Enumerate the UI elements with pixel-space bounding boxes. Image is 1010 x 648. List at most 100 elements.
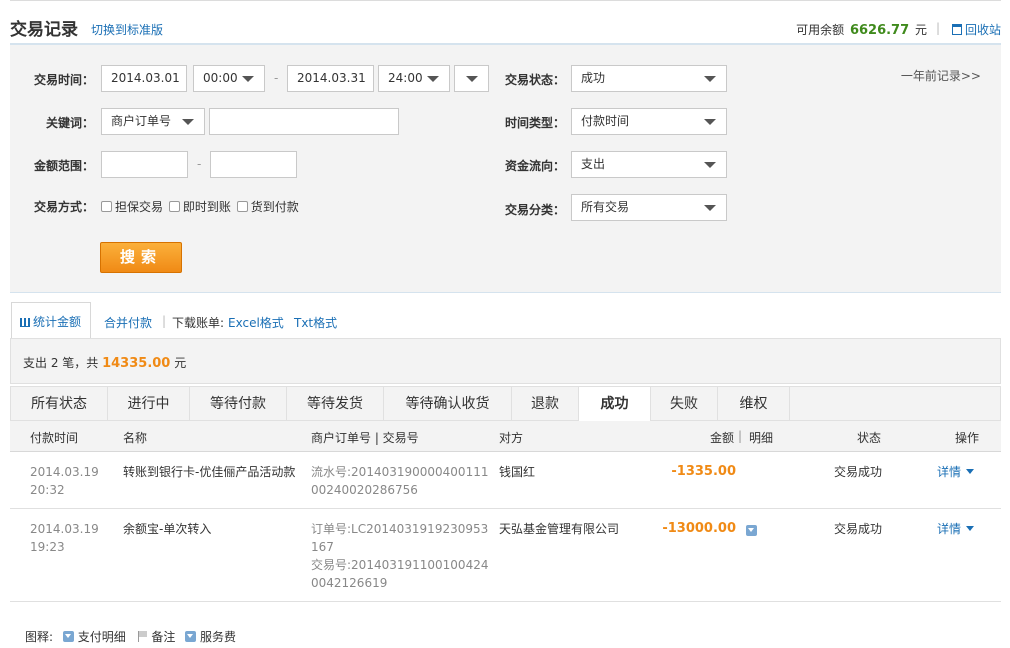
row-trade-no: 交易号:2014031911001004240042126619 xyxy=(311,558,489,590)
row-amount: -13000.00 xyxy=(662,521,736,536)
balance-value: 6626.77 xyxy=(849,23,910,38)
table-header: 付款时间 名称 商户订单号 | 交易号 对方 金额 | 明细 状态 操作 xyxy=(10,421,1001,452)
escrow-label: 担保交易 xyxy=(115,200,164,214)
fund-flow-label: 资金流向： xyxy=(504,159,565,173)
download-txt-link[interactable]: Txt格式 xyxy=(294,314,337,331)
col-detail: 明细 xyxy=(749,431,774,445)
stats-summary: 支出 2 笔，共 14335.00 元 xyxy=(10,338,1001,384)
summary-unit: 元 xyxy=(174,356,187,370)
time-to-value: 24:00 xyxy=(388,71,423,85)
download-excel-link[interactable]: Excel格式 xyxy=(228,314,284,331)
payment-detail-icon[interactable] xyxy=(746,525,757,536)
row-date: 2014.03.19 xyxy=(30,465,99,479)
fund-flow-value: 支出 xyxy=(581,157,606,171)
amount-max-input[interactable] xyxy=(210,151,297,178)
amount-range-label: 金额范围： xyxy=(33,159,94,173)
tab-success[interactable]: 成功 xyxy=(579,387,651,422)
page-title: 交易记录 xyxy=(10,20,78,40)
trade-method-options: 担保交易 即时到账 货到付款 xyxy=(101,198,299,215)
tab-in-progress[interactable]: 进行中 xyxy=(108,387,190,421)
recycle-bin-link[interactable]: 回收站 xyxy=(951,21,1001,38)
trade-category-select[interactable]: 所有交易 xyxy=(571,194,727,221)
stats-bar: 统计金额 合并付款 | 下载账单: Excel格式 Txt格式 xyxy=(10,302,1001,339)
page-header: 交易记录 切换到标准版 可用余额 6626.77 元 | 回收站 xyxy=(10,1,1001,45)
date-to-input[interactable]: 2014.03.31 xyxy=(287,65,374,92)
row-time: 20:32 xyxy=(30,483,65,497)
switch-version-link[interactable]: 切换到标准版 xyxy=(91,21,163,38)
search-button[interactable]: 搜索 xyxy=(100,242,182,273)
tab-await-shipping[interactable]: 等待发货 xyxy=(287,387,384,421)
amount-range-dash: - xyxy=(197,157,202,171)
tab-failed[interactable]: 失败 xyxy=(651,387,718,421)
payment-detail-icon xyxy=(62,631,74,642)
balance-label: 可用余额 xyxy=(796,23,845,37)
col-action: 操作 xyxy=(955,431,980,445)
tab-refund[interactable]: 退款 xyxy=(512,387,579,421)
trade-category-value: 所有交易 xyxy=(581,200,630,214)
instant-label: 即时到账 xyxy=(182,200,231,214)
date-range-dash: - xyxy=(274,71,279,85)
balance-info: 可用余额 6626.77 元 xyxy=(796,21,927,38)
tab-stats-amount[interactable]: 统计金额 xyxy=(11,302,91,339)
time-type-label: 时间类型： xyxy=(504,116,565,130)
method-instant[interactable]: 即时到账 xyxy=(168,200,231,214)
method-escrow[interactable]: 担保交易 xyxy=(101,200,163,214)
table-row: 2014.03.19 20:32 转账到银行卡-优佳俪产品活动款 流水号:201… xyxy=(10,452,1001,509)
merge-pay-link[interactable]: 合并付款 xyxy=(104,314,152,331)
row-status: 交易成功 xyxy=(834,522,883,536)
trade-time-label: 交易时间： xyxy=(33,73,94,87)
time-from-select[interactable]: 00:00 xyxy=(193,65,265,92)
balance-unit: 元 xyxy=(914,23,927,37)
stats-separator: | xyxy=(162,314,167,328)
time-from-value: 00:00 xyxy=(203,71,238,85)
stats-tab-label: 统计金额 xyxy=(33,315,82,329)
status-tabs: 所有状态 进行中 等待付款 等待发货 等待确认收货 退款 成功 失败 维权 xyxy=(10,386,1001,422)
cod-checkbox[interactable] xyxy=(236,201,248,212)
date-from-input[interactable]: 2014.03.01 xyxy=(101,65,187,92)
summary-prefix: 支出 2 笔，共 xyxy=(23,356,99,370)
time-type-select[interactable]: 付款时间 xyxy=(571,108,727,135)
row-detail-link[interactable]: 详情 xyxy=(937,463,974,481)
trade-method-label: 交易方式： xyxy=(33,200,94,214)
method-cod[interactable]: 货到付款 xyxy=(236,200,299,214)
legend-payment-detail: 支付明细 xyxy=(77,630,126,644)
tab-await-confirm[interactable]: 等待确认收货 xyxy=(384,387,512,421)
legend-service-fee: 服务费 xyxy=(200,630,237,644)
trade-status-value: 成功 xyxy=(581,71,606,85)
summary-amount: 14335.00 xyxy=(102,356,171,371)
fund-flow-select[interactable]: 支出 xyxy=(571,151,727,178)
trade-status-select[interactable]: 成功 xyxy=(571,65,727,92)
keyword-type-select[interactable]: 商户订单号 xyxy=(101,108,205,135)
note-flag-icon xyxy=(137,631,148,642)
instant-checkbox[interactable] xyxy=(168,201,180,212)
col-amount: 金额 xyxy=(710,431,735,445)
amount-min-input[interactable] xyxy=(101,151,188,178)
one-year-records-link[interactable]: 一年前记录>> xyxy=(901,67,981,84)
legend-label: 图释: xyxy=(25,630,54,644)
search-form: 交易时间： 2014.03.01 00:00 - 2014.03.31 24:0… xyxy=(10,45,1001,293)
keyword-input[interactable] xyxy=(209,108,399,135)
row-detail-link[interactable]: 详情 xyxy=(937,520,974,538)
legend-note: 备注 xyxy=(151,630,176,644)
row-party: 天弘基金管理有限公司 xyxy=(499,522,620,536)
tab-all-status[interactable]: 所有状态 xyxy=(11,387,108,421)
escrow-checkbox[interactable] xyxy=(101,201,112,212)
legend: 图释: 支付明细 备注 服务费 xyxy=(25,628,236,645)
col-pay-time: 付款时间 xyxy=(30,431,79,445)
row-time: 19:23 xyxy=(30,540,65,554)
row-order-no: 订单号:LC2014031919230953167 xyxy=(311,522,489,554)
col-party: 对方 xyxy=(499,431,524,445)
tab-dispute[interactable]: 维权 xyxy=(718,387,790,421)
table-row: 2014.03.19 19:23 余额宝-单次转入 订单号:LC20140319… xyxy=(10,509,1001,602)
col-status: 状态 xyxy=(857,431,882,445)
service-fee-icon xyxy=(185,631,197,642)
tab-await-payment[interactable]: 等待付款 xyxy=(190,387,287,421)
row-name: 余额宝-单次转入 xyxy=(123,522,212,536)
row-order-no: 流水号:20140319000040011100240020286756 xyxy=(311,465,489,497)
header-separator: | xyxy=(935,21,940,35)
cod-label: 货到付款 xyxy=(250,200,299,214)
trade-status-label: 交易状态： xyxy=(504,73,565,87)
download-label: 下载账单: xyxy=(172,316,225,330)
time-type-value: 付款时间 xyxy=(581,114,630,128)
time-to-select[interactable]: 24:00 xyxy=(378,65,450,92)
